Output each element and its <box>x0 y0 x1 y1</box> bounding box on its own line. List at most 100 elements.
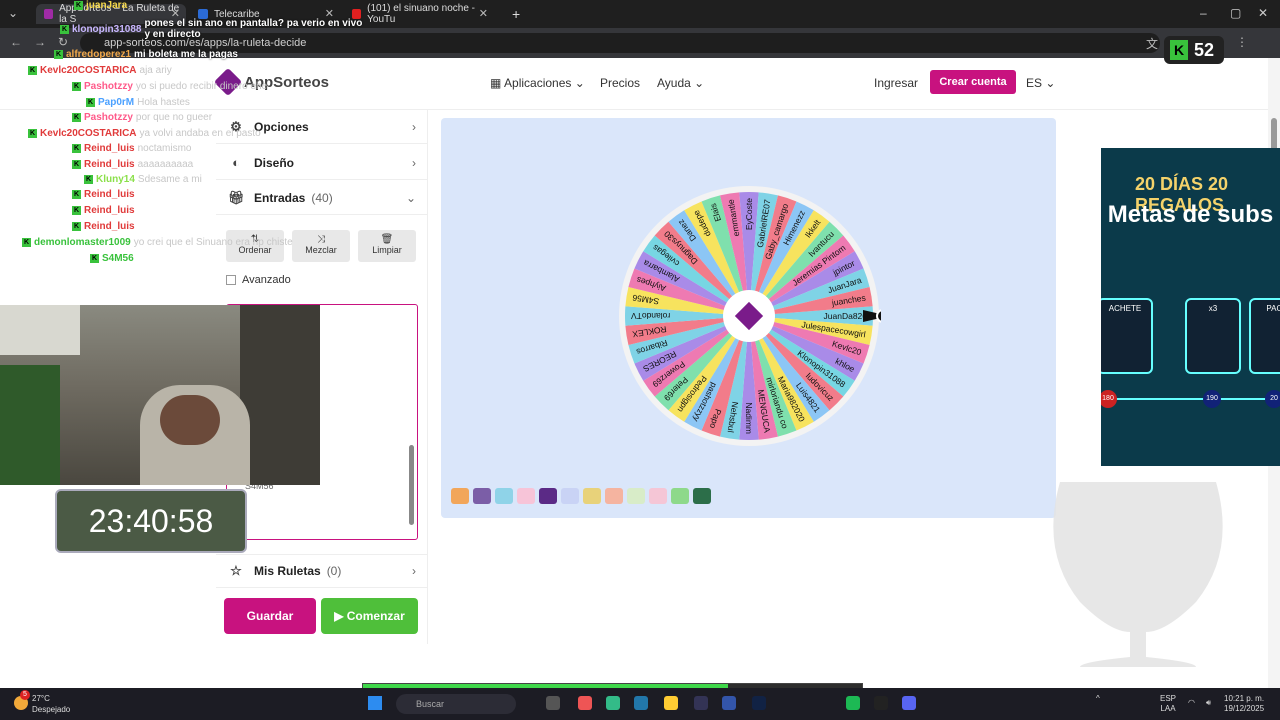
wheel[interactable]: JuanDa826JulespacecowgirlKevlc20khloeKlo… <box>617 184 881 448</box>
palette-swatch[interactable] <box>473 488 491 504</box>
window-close-icon[interactable]: ✕ <box>1258 6 1268 20</box>
app-icon[interactable] <box>634 696 648 710</box>
login-button[interactable]: Ingresar <box>874 76 918 90</box>
sub-goals-banner: 20 DÍAS 20 REGALOS Metas de subs ACHETE … <box>1101 148 1280 466</box>
weather-widget[interactable]: 27°C Despejado <box>32 693 70 715</box>
language-select[interactable]: ES ⌄ <box>1026 76 1055 90</box>
palette-swatch[interactable] <box>649 488 667 504</box>
chat-username[interactable]: alfredoperez1 <box>66 49 131 60</box>
chrome-icon[interactable] <box>606 696 620 710</box>
chat-message: Kalfredoperez1 mi boleta me la pagas <box>54 49 238 60</box>
maximize-icon[interactable]: ▢ <box>1230 6 1241 20</box>
chat-username[interactable]: Kevlc20COSTARICA <box>40 65 137 76</box>
advanced-toggle[interactable]: Avanzado <box>226 274 291 286</box>
volume-icon[interactable]: 🔊︎ <box>1206 698 1211 708</box>
palette-swatch[interactable] <box>451 488 469 504</box>
chat-username[interactable]: Reind_luis <box>84 189 135 200</box>
chat-message: K Pashotzzy yo si puedo recibir dinero ehe <box>72 81 267 92</box>
chat-username[interactable]: klonopin31088 <box>72 24 141 35</box>
kick-icon: K <box>1170 40 1188 60</box>
chat-text: aja ariy <box>139 65 172 76</box>
start-button[interactable]: ▶ Comenzar <box>321 598 418 634</box>
menu-icon[interactable]: ⋮ <box>1236 35 1248 49</box>
chat-text: yo crei que el Sinuano era hp chiste <box>133 237 293 248</box>
taskbar-clock[interactable]: 10:21 p. m. 19/12/2025 <box>1224 694 1264 714</box>
app-icon[interactable] <box>578 696 592 710</box>
chat-text: aaaaaaaaaa <box>137 159 194 170</box>
chat-username[interactable]: Pap0rM <box>98 97 134 108</box>
textarea-scroll-thumb[interactable] <box>409 445 414 525</box>
search-label: Buscar <box>416 699 445 709</box>
windows-start-icon[interactable] <box>368 696 382 710</box>
tray-chevron-icon[interactable]: ^ <box>1096 694 1100 704</box>
nav-help-label: Ayuda <box>657 76 691 90</box>
palette-swatch[interactable] <box>517 488 535 504</box>
clock-time: 10:21 p. m. <box>1224 694 1265 703</box>
close-icon[interactable]: ✕ <box>479 7 488 20</box>
chat-username[interactable]: Kevlc20COSTARICA <box>40 128 137 139</box>
pointer-knob-icon <box>876 309 881 323</box>
my-wheels-label: Mis Ruletas <box>254 564 321 578</box>
audition-icon[interactable] <box>722 696 736 710</box>
chat-message: K Reind_luis aaaaaaaaaa <box>72 159 193 170</box>
obs-icon[interactable] <box>874 696 888 710</box>
create-account-button[interactable]: Crear cuenta <box>930 70 1016 94</box>
chat-username[interactable]: Reind_luis <box>84 159 135 170</box>
chat-username[interactable]: juanJara <box>86 0 127 11</box>
chat-username[interactable]: Reind_luis <box>84 205 135 216</box>
premiere-icon[interactable] <box>694 696 708 710</box>
chat-username[interactable]: S4M56 <box>102 253 134 264</box>
save-button[interactable]: Guardar <box>224 598 316 634</box>
chat-text: mi boleta me la pagas <box>134 49 238 60</box>
discord-icon[interactable] <box>902 696 916 710</box>
clock-date: 19/12/2025 <box>1224 704 1265 713</box>
palette-swatch[interactable] <box>671 488 689 504</box>
chat-message: K S4M56 <box>90 253 137 264</box>
my-wheels-row[interactable]: ☆ Mis Ruletas (0) › <box>216 554 428 588</box>
chat-username[interactable]: Reind_luis <box>84 221 135 232</box>
palette-swatch[interactable] <box>627 488 645 504</box>
palette-swatch[interactable] <box>495 488 513 504</box>
palette-swatch[interactable] <box>583 488 601 504</box>
chat-message: K Pashotzzy por que no gueer <box>72 112 212 123</box>
wifi-icon[interactable]: ◠ <box>1188 698 1195 708</box>
chat-message: K Reind_luis noctamismo <box>72 143 191 154</box>
kick-badge-icon: K <box>72 190 81 199</box>
taskbar: 5 27°C Despejado Buscar ^ ESP LAA ◠ 🔊︎ 1… <box>0 688 1280 720</box>
palette-swatch[interactable] <box>539 488 557 504</box>
my-wheels-count: (0) <box>326 564 342 578</box>
palette-swatch[interactable] <box>605 488 623 504</box>
spotify-icon[interactable] <box>846 696 860 710</box>
weather-desc: Despejado <box>32 705 71 714</box>
nav-apps[interactable]: ▦ Aplicaciones ⌄ <box>490 76 585 90</box>
nav-help[interactable]: Ayuda ⌄ <box>657 76 704 90</box>
taskbar-search[interactable]: Buscar <box>396 694 516 714</box>
advanced-checkbox[interactable] <box>226 275 236 285</box>
palette-row <box>451 488 711 504</box>
advanced-label: Avanzado <box>242 274 291 286</box>
language-indicator[interactable]: ESP LAA <box>1160 694 1176 714</box>
kick-badge-icon: K <box>22 238 31 247</box>
new-tab-button[interactable]: + <box>504 4 524 24</box>
wheel-area: JuanDa826 Julespacecowgirl Kevlc20 khloe Klo… <box>441 118 1056 518</box>
kick-badge-icon: K <box>86 98 95 107</box>
chat-username[interactable]: Kluny14 <box>96 174 135 185</box>
chat-text: noctamismo <box>137 143 192 154</box>
chat-username[interactable]: demonlomaster1009 <box>34 237 131 248</box>
task-view-icon[interactable] <box>546 696 560 710</box>
chevron-down-icon: ⌄ <box>1045 76 1056 90</box>
palette-swatch[interactable] <box>561 488 579 504</box>
person-head <box>160 395 220 445</box>
language-label: ES <box>1026 76 1043 90</box>
translate-icon[interactable]: 文 <box>1146 35 1158 52</box>
chat-username[interactable]: Reind_luis <box>84 143 135 154</box>
chat-username[interactable]: Pashotzzy <box>84 81 133 92</box>
steam-icon[interactable] <box>752 696 766 710</box>
nav-prices[interactable]: Precios <box>600 76 640 90</box>
minimize-icon[interactable]: – <box>1200 6 1207 20</box>
file-explorer-icon[interactable] <box>664 696 678 710</box>
chat-username[interactable]: Pashotzzy <box>84 112 133 123</box>
ad-tile: x3 <box>1185 298 1241 374</box>
chat-text: por que no gueer <box>135 112 213 123</box>
palette-swatch[interactable] <box>693 488 711 504</box>
